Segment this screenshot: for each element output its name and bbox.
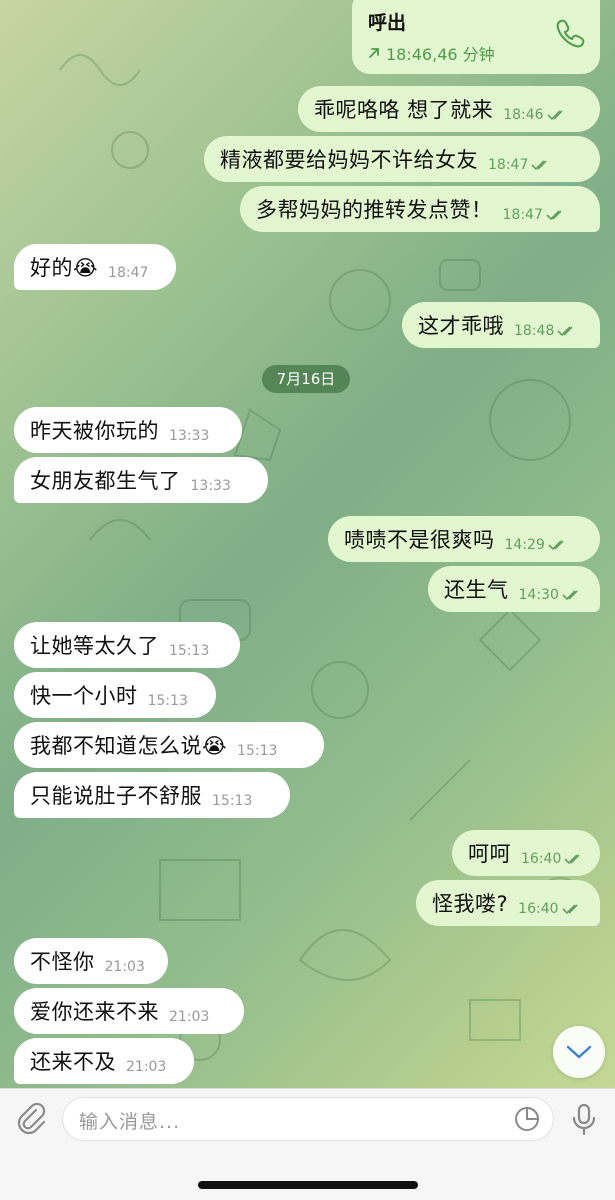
- message-text: 爱你还来不来: [30, 1000, 159, 1024]
- message-text: 快一个小时: [30, 684, 138, 708]
- message-list[interactable]: 呼出 18:46,46 分钟 乖呢咯咯 想了就来 18:46 精液都要给妈妈不许…: [0, 0, 615, 1090]
- message-time: 18:47: [488, 157, 529, 173]
- message-text: 还生气: [444, 578, 509, 602]
- message-text: 只能说肚子不舒服: [30, 784, 202, 808]
- outgoing-message[interactable]: 多帮妈妈的推转发点赞！ 18:47: [240, 186, 600, 232]
- message-time: 18:46: [503, 107, 544, 123]
- message-time: 14:29: [504, 537, 545, 553]
- message-time: 21:03: [104, 959, 145, 975]
- message-text: 不怪你: [30, 950, 95, 974]
- incoming-message[interactable]: 只能说肚子不舒服 15:13: [14, 772, 290, 818]
- outgoing-message[interactable]: 精液都要给妈妈不许给女友 18:47: [204, 136, 600, 182]
- date-divider: 7月16日: [262, 365, 350, 393]
- message-time: 21:03: [169, 1009, 210, 1025]
- outgoing-call-message[interactable]: 呼出 18:46,46 分钟: [352, 0, 600, 74]
- outgoing-message[interactable]: 啧啧不是很爽吗 14:29: [328, 516, 600, 562]
- message-time: 15:13: [169, 643, 210, 659]
- incoming-message[interactable]: 快一个小时 15:13: [14, 672, 216, 718]
- message-time: 15:13: [147, 693, 188, 709]
- double-check-icon: [564, 854, 580, 865]
- incoming-message[interactable]: 还来不及 21:03: [14, 1038, 194, 1084]
- outgoing-message[interactable]: 怪我喽? 16:40: [416, 880, 600, 926]
- call-outgoing-arrow-icon: [369, 48, 379, 58]
- message-text: 怪我喽?: [432, 892, 509, 916]
- message-text: 精液都要给妈妈不许给女友: [220, 148, 478, 172]
- double-check-icon: [546, 210, 562, 221]
- message-text: 昨天被你玩的: [30, 419, 159, 443]
- message-time: 18:48: [514, 323, 555, 339]
- outgoing-message[interactable]: 还生气 14:30: [428, 566, 600, 612]
- message-time: 15:13: [212, 793, 253, 809]
- message-text: 让她等太久了: [30, 634, 159, 658]
- paperclip-icon[interactable]: [14, 1101, 48, 1135]
- message-text: 乖呢咯咯 想了就来: [314, 98, 494, 122]
- outgoing-message[interactable]: 呵呵 16:40: [452, 830, 600, 876]
- incoming-message[interactable]: 好的😭 18:47: [14, 244, 176, 290]
- message-text: 还来不及: [30, 1050, 116, 1074]
- message-text: 这才乖哦: [418, 314, 504, 338]
- outgoing-message[interactable]: 这才乖哦 18:48: [402, 302, 600, 348]
- message-time: 18:47: [108, 265, 149, 281]
- message-time: 13:33: [169, 428, 210, 444]
- phone-icon[interactable]: [552, 16, 586, 50]
- sticker-icon[interactable]: [513, 1105, 541, 1133]
- message-input-bar: 输入消息...: [0, 1088, 615, 1200]
- message-time: 13:33: [190, 478, 231, 494]
- message-text: 啧啧不是很爽吗: [344, 528, 495, 552]
- home-indicator: [198, 1181, 418, 1189]
- message-time: 15:13: [237, 743, 278, 759]
- message-time: 18:47: [502, 207, 543, 223]
- double-check-icon: [546, 110, 563, 121]
- message-text: 呵呵: [468, 842, 511, 866]
- call-time-duration: 18:46,46 分钟: [386, 45, 495, 64]
- microphone-icon[interactable]: [566, 1101, 602, 1137]
- message-input[interactable]: 输入消息...: [62, 1097, 554, 1141]
- message-input-placeholder: 输入消息...: [79, 1111, 181, 1133]
- scroll-to-bottom-button[interactable]: [553, 1026, 605, 1078]
- message-time: 21:03: [126, 1059, 167, 1075]
- incoming-message[interactable]: 让她等太久了 15:13: [14, 622, 240, 668]
- double-check-icon: [562, 590, 578, 601]
- double-check-icon: [557, 326, 573, 337]
- message-text: 女朋友都生气了: [30, 469, 181, 493]
- incoming-message[interactable]: 不怪你 21:03: [14, 938, 168, 984]
- outgoing-message[interactable]: 乖呢咯咯 想了就来 18:46: [298, 86, 600, 132]
- double-check-icon: [548, 540, 564, 551]
- incoming-message[interactable]: 我都不知道怎么说😭 15:13: [14, 722, 324, 768]
- message-text: 我都不知道怎么说😭: [30, 734, 228, 758]
- double-check-icon: [531, 160, 547, 171]
- incoming-message[interactable]: 女朋友都生气了 13:33: [14, 457, 268, 503]
- incoming-message[interactable]: 昨天被你玩的 13:33: [14, 407, 242, 453]
- message-time: 16:40: [521, 851, 562, 867]
- chevron-down-icon: [566, 1045, 592, 1059]
- message-time: 14:30: [518, 587, 559, 603]
- incoming-message[interactable]: 爱你还来不来 21:03: [14, 988, 244, 1034]
- message-time: 16:40: [518, 901, 559, 917]
- double-check-icon: [561, 904, 578, 915]
- message-text: 好的😭: [30, 256, 99, 280]
- message-text: 多帮妈妈的推转发点赞！: [256, 198, 493, 222]
